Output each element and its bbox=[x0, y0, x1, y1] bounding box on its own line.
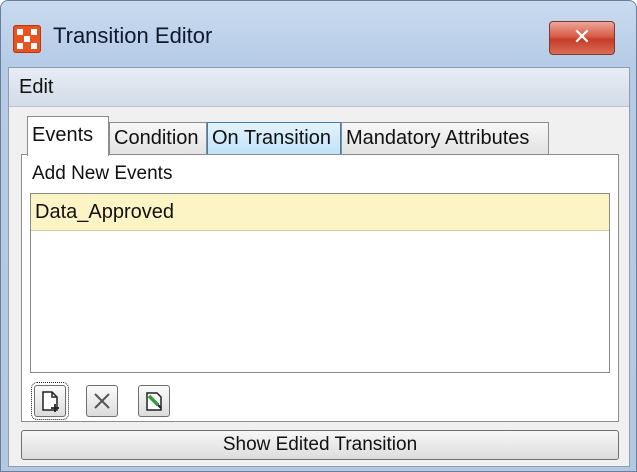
app-icon bbox=[13, 25, 41, 53]
tab-condition[interactable]: Condition bbox=[109, 122, 207, 154]
delete-x-icon bbox=[94, 393, 110, 409]
events-list[interactable]: Data_Approved bbox=[30, 193, 610, 373]
tab-events[interactable]: Events bbox=[27, 116, 109, 156]
tab-mandatory-attributes[interactable]: Mandatory Attributes bbox=[341, 122, 549, 154]
delete-event-button[interactable] bbox=[86, 385, 118, 417]
tab-on-transition[interactable]: On Transition bbox=[207, 122, 341, 154]
add-new-events-label: Add New Events bbox=[32, 163, 173, 184]
edit-event-button[interactable] bbox=[138, 385, 170, 417]
window-title: Transition Editor bbox=[53, 23, 213, 48]
title-bar[interactable]: Transition Editor ✕ bbox=[1, 1, 636, 67]
menu-edit[interactable]: Edit bbox=[19, 76, 53, 99]
show-edited-transition-button[interactable]: Show Edited Transition bbox=[21, 430, 619, 460]
list-item[interactable]: Data_Approved bbox=[31, 194, 609, 231]
new-document-icon bbox=[42, 391, 59, 412]
edit-pencil-icon bbox=[146, 392, 162, 411]
transition-editor-window: Transition Editor ✕ Edit Events Conditio… bbox=[0, 0, 637, 472]
menu-bar: Edit bbox=[9, 68, 629, 107]
client-area: Edit Events Condition On Transition Mand… bbox=[8, 67, 630, 467]
events-panel: Add New Events Data_Approved bbox=[21, 154, 619, 422]
close-icon: ✕ bbox=[572, 24, 592, 49]
add-event-button[interactable] bbox=[31, 382, 69, 420]
close-button[interactable]: ✕ bbox=[549, 21, 615, 55]
